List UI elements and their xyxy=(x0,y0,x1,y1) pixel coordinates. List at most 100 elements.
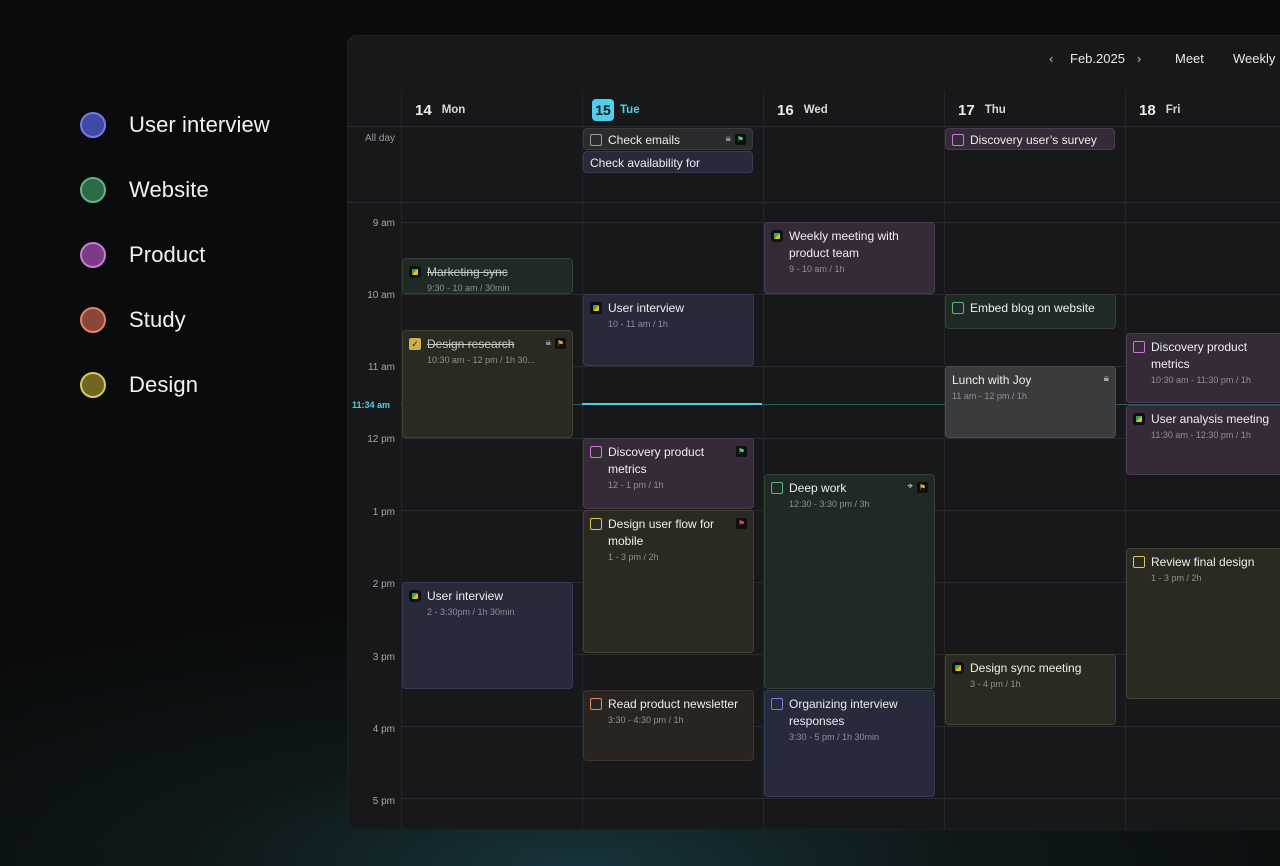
event-title: Marketing sync xyxy=(427,265,508,279)
event-time: 10:30 am - 11:30 pm / 1h xyxy=(1151,375,1251,385)
next-week-chevron-icon[interactable]: › xyxy=(1137,51,1141,66)
study-dot-icon xyxy=(80,307,106,333)
day-header-mon[interactable]: 14 Mon xyxy=(415,94,465,126)
checkbox-icon[interactable] xyxy=(590,518,602,530)
time-label: 5 pm xyxy=(372,796,395,807)
day-number: 14 xyxy=(415,101,432,119)
event-time: 11:30 am - 12:30 pm / 1h xyxy=(1151,430,1251,440)
event-title: User analysis meeting xyxy=(1151,412,1270,426)
event-time: 1 - 3 pm / 2h xyxy=(1151,573,1202,583)
all-day-label: All day xyxy=(365,133,396,144)
legend-label: Product xyxy=(129,242,206,267)
calendar-window: ‹ Feb.2025 › Meet Weekly 14 Mon 15 Tue 1… xyxy=(347,35,1280,830)
event-title: Embed blog on website xyxy=(970,301,1095,315)
event-title: Design sync meeting xyxy=(970,661,1082,675)
event-check-availability[interactable]: Check availability for interview xyxy=(583,151,753,173)
event-title: Organizing interview responses xyxy=(789,697,898,728)
hour-line xyxy=(401,798,1280,799)
event-title: Design user flow for mobile xyxy=(608,517,715,548)
time-label: 3 pm xyxy=(372,652,395,663)
current-time-indicator xyxy=(582,403,762,405)
event-discovery-metrics-fri[interactable]: Discovery product metrics 10:30 am - 11:… xyxy=(1126,333,1280,403)
legend-item-product[interactable]: Product xyxy=(80,238,270,272)
event-design-sync[interactable]: Design sync meeting 3 - 4 pm / 1h xyxy=(945,654,1116,725)
lock-icon: 🔒︎ xyxy=(725,133,731,144)
legend-item-user-interview[interactable]: User interview xyxy=(80,108,270,142)
event-deep-work[interactable]: Deep work ⌖ ⚑ 12:30 - 3:30 pm / 3h xyxy=(764,474,935,689)
event-time: 10 - 11 am / 1h xyxy=(608,319,668,329)
prev-week-chevron-icon[interactable]: ‹ xyxy=(1049,51,1053,66)
legend-item-study[interactable]: Study xyxy=(80,303,270,337)
legend-item-design[interactable]: Design xyxy=(80,368,270,402)
event-user-interview-mon[interactable]: User interview 2 - 3:30pm / 1h 30min xyxy=(402,582,573,689)
green-flag-icon: ⚑ xyxy=(735,134,746,145)
time-label: 2 pm xyxy=(372,579,395,590)
event-time: 12:30 - 3:30 pm / 3h xyxy=(789,499,870,509)
event-title: Check availability for interview xyxy=(590,156,701,170)
checkbox-icon[interactable] xyxy=(590,446,602,458)
time-label: 10 am xyxy=(367,290,395,301)
legend-item-website[interactable]: Website xyxy=(80,173,270,207)
event-time: 1 - 3 pm / 2h xyxy=(608,552,659,562)
event-design-user-flow[interactable]: Design user flow for mobile ⚑ 1 - 3 pm /… xyxy=(583,510,754,653)
event-discovery-survey[interactable]: Discovery user’s survey xyxy=(945,128,1115,150)
day-number: 18 xyxy=(1139,101,1156,119)
day-header-fri[interactable]: 18 Fri xyxy=(1139,94,1180,126)
lock-icon: 🔒︎ xyxy=(1103,373,1109,384)
meet-icon xyxy=(590,302,602,314)
event-title: Design research xyxy=(427,337,515,351)
event-read-newsletter[interactable]: Read product newsletter 3:30 - 4:30 pm /… xyxy=(583,690,754,761)
column-divider xyxy=(401,91,402,829)
day-number: 17 xyxy=(958,101,975,119)
event-user-analysis[interactable]: User analysis meeting 11:30 am - 12:30 p… xyxy=(1126,405,1280,475)
current-month[interactable]: Feb.2025 xyxy=(1070,51,1125,66)
checkbox-icon[interactable] xyxy=(771,698,783,710)
event-organizing-responses[interactable]: Organizing interview responses 3:30 - 5 … xyxy=(764,690,935,797)
event-weekly-meeting[interactable]: Weekly meeting with product team 9 - 10 … xyxy=(764,222,935,294)
checkbox-icon[interactable] xyxy=(952,134,964,146)
orange-flag-icon: ⚑ xyxy=(555,338,566,349)
red-flag-icon: ⚑ xyxy=(736,518,747,529)
checkbox-icon[interactable] xyxy=(1133,556,1145,568)
event-title: Discovery product metrics xyxy=(1151,340,1248,371)
legend-label: User interview xyxy=(129,112,270,137)
day-header-thu[interactable]: 17 Thu xyxy=(958,94,1006,126)
meet-button[interactable]: Meet xyxy=(1175,51,1204,66)
checkbox-icon[interactable] xyxy=(1133,341,1145,353)
event-title: Lunch with Joy xyxy=(952,373,1032,387)
day-name: Tue xyxy=(620,104,640,116)
event-marketing-sync[interactable]: Marketing sync 9:30 - 10 am / 30min xyxy=(402,258,573,294)
checkbox-icon[interactable] xyxy=(952,302,964,314)
day-header-tue-today[interactable]: 15 Tue xyxy=(592,94,640,126)
time-label: 1 pm xyxy=(372,507,395,518)
focus-target-icon: ⌖ xyxy=(907,481,913,492)
legend-label: Website xyxy=(129,177,209,202)
event-lunch-with-joy[interactable]: Lunch with Joy 🔒︎ 11 am - 12 pm / 1h xyxy=(945,366,1116,438)
event-embed-blog[interactable]: Embed blog on website xyxy=(945,294,1116,329)
event-title: Discovery user’s survey xyxy=(970,133,1097,147)
event-title: Discovery product metrics xyxy=(608,445,705,476)
day-header-wed[interactable]: 16 Wed xyxy=(777,94,828,126)
event-user-interview-tue[interactable]: User interview 10 - 11 am / 1h xyxy=(583,294,754,366)
event-title: Weekly meeting with product team xyxy=(789,229,899,260)
event-title: User interview xyxy=(427,589,504,603)
event-discovery-metrics-tue[interactable]: Discovery product metrics ⚑ 12 - 1 pm / … xyxy=(583,438,754,509)
checkbox-icon[interactable] xyxy=(771,482,783,494)
event-review-final-design[interactable]: Review final design 1 - 3 pm / 2h xyxy=(1126,548,1280,699)
checkbox-icon[interactable] xyxy=(590,698,602,710)
meet-icon xyxy=(409,590,421,602)
time-label: 12 pm xyxy=(367,434,395,445)
legend-label: Design xyxy=(129,372,199,397)
view-selector[interactable]: Weekly xyxy=(1233,51,1275,66)
checkbox-icon[interactable] xyxy=(590,134,602,146)
website-dot-icon xyxy=(80,177,106,203)
event-check-emails[interactable]: Check emails 🔒︎ ⚑ xyxy=(583,128,753,150)
event-time: 2 - 3:30pm / 1h 30min xyxy=(427,607,515,617)
hour-line xyxy=(401,294,1280,295)
header-divider xyxy=(348,126,1280,127)
event-title: Review final design xyxy=(1151,555,1255,569)
checked-checkbox-icon[interactable]: ✓ xyxy=(409,338,421,350)
event-design-research[interactable]: ✓ Design research 🔒︎ ⚑ 10:30 am - 12 pm … xyxy=(402,330,573,438)
orange-flag-icon: ⚑ xyxy=(917,482,928,493)
event-time: 9 - 10 am / 1h xyxy=(789,264,845,274)
